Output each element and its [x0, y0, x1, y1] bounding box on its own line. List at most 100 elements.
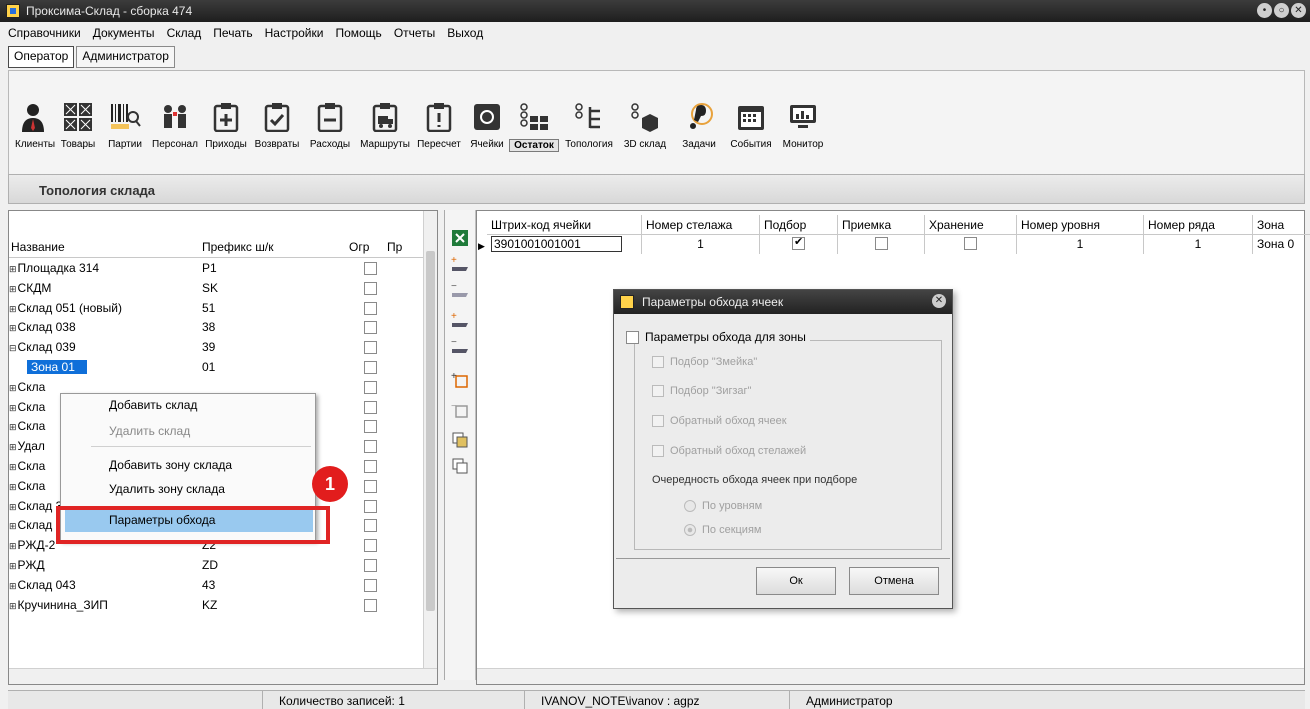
restrict-checkbox[interactable]: [364, 301, 377, 315]
tree-row[interactable]: ⊞СКДМ SK: [9, 279, 425, 298]
add-row-icon[interactable]: +: [450, 254, 470, 274]
checkbox-box[interactable]: [652, 385, 664, 398]
grid-horizontal-scrollbar[interactable]: [477, 668, 1304, 684]
toolbar-cells-button[interactable]: Ячейки: [469, 101, 505, 157]
restrict-checkbox[interactable]: [364, 341, 377, 355]
toolbar-receipts-button[interactable]: Приходы: [202, 101, 250, 157]
tree-row[interactable]: Зона 01 01: [9, 358, 425, 377]
tree-horizontal-scrollbar[interactable]: [9, 668, 437, 684]
option-reverse-racks[interactable]: Обратный обход стелажей: [652, 445, 806, 458]
toolbar-events-button[interactable]: События: [727, 101, 775, 157]
paste-icon[interactable]: [450, 456, 470, 476]
tree-row[interactable]: ⊞Кручинина_ЗИП KZ: [9, 596, 425, 615]
restrict-checkbox[interactable]: [364, 460, 377, 473]
tree-row[interactable]: ⊞Склад 051 (новый) 51: [9, 299, 425, 318]
checkbox-box[interactable]: [626, 331, 639, 345]
restrict-checkbox[interactable]: [364, 361, 377, 374]
tree-row[interactable]: ⊞Площадка 314 P1: [9, 259, 425, 278]
column-header-name[interactable]: Название: [11, 240, 65, 254]
grid-cell[interactable]: 3901001001001: [487, 235, 641, 254]
remove-row-icon[interactable]: −: [450, 280, 470, 300]
menu-item-print[interactable]: Печать: [213, 26, 252, 40]
tree-row[interactable]: ⊟Склад 039 39: [9, 338, 425, 357]
option-zigzag[interactable]: Подбор "Зигзаг": [652, 385, 751, 398]
expand-icon[interactable]: ⊞: [9, 482, 17, 492]
toolbar-clients-button[interactable]: Клиенты: [15, 101, 55, 157]
menu-item-help[interactable]: Помощь: [335, 26, 381, 40]
restrict-checkbox[interactable]: [364, 440, 377, 454]
column-header[interactable]: Штрих-код ячейки: [487, 215, 641, 235]
close-icon[interactable]: ✕: [932, 294, 946, 308]
tree-row[interactable]: ⊞Склад 038 38: [9, 318, 425, 337]
tree-vertical-scrollbar[interactable]: [423, 211, 437, 671]
expand-icon[interactable]: ⊞: [9, 422, 17, 432]
column-header[interactable]: Приемка: [838, 215, 924, 235]
minimize-icon[interactable]: •: [1257, 3, 1272, 18]
column-header-prefix[interactable]: Префикс ш/к: [202, 240, 273, 254]
expand-icon[interactable]: ⊞: [9, 304, 17, 314]
expand-icon[interactable]: ⊞: [9, 541, 17, 551]
menu-add-zone[interactable]: Добавить зону склада: [109, 458, 232, 472]
maximize-icon[interactable]: ○: [1274, 3, 1289, 18]
radio-circle[interactable]: [684, 524, 696, 537]
add-level-icon[interactable]: +: [450, 310, 470, 330]
column-header[interactable]: Номер уровня: [1017, 215, 1143, 235]
grid-cell[interactable]: [760, 235, 837, 254]
expand-icon[interactable]: ⊞: [9, 284, 17, 294]
restrict-checkbox[interactable]: [364, 559, 377, 572]
toolbar-goods-button[interactable]: Товары: [58, 101, 98, 157]
column-header[interactable]: Номер ряда: [1144, 215, 1252, 235]
restrict-checkbox[interactable]: [364, 578, 377, 592]
menu-item-directories[interactable]: Справочники: [8, 26, 81, 40]
expand-icon[interactable]: ⊞: [9, 442, 17, 452]
expand-icon[interactable]: ⊞: [9, 403, 17, 413]
grid-checkbox[interactable]: [874, 237, 888, 250]
menu-item-reports[interactable]: Отчеты: [394, 26, 435, 40]
column-header-restrict[interactable]: Огр: [349, 240, 369, 254]
restrict-checkbox[interactable]: [364, 420, 377, 434]
restrict-checkbox[interactable]: [364, 598, 377, 612]
restrict-checkbox[interactable]: [364, 400, 377, 414]
column-header[interactable]: Зона: [1253, 215, 1310, 235]
option-snake[interactable]: Подбор "Змейка": [652, 356, 757, 369]
grid-checkbox[interactable]: [792, 235, 805, 250]
expand-icon[interactable]: ⊞: [9, 601, 17, 611]
grid-cell[interactable]: 1: [642, 235, 759, 254]
option-reverse-cells[interactable]: Обратный обход ячеек: [652, 415, 787, 428]
expand-icon[interactable]: ⊞: [9, 502, 17, 512]
toolbar-staff-button[interactable]: Персонал: [152, 101, 198, 157]
tab-administrator[interactable]: Администратор: [76, 46, 175, 68]
expand-icon[interactable]: ⊞: [9, 383, 17, 393]
grid-cell[interactable]: Зона 0: [1253, 235, 1310, 254]
column-header-extra[interactable]: Пр: [387, 240, 402, 254]
excel-export-icon[interactable]: [450, 228, 470, 248]
restrict-checkbox[interactable]: [364, 262, 377, 275]
menu-item-warehouse[interactable]: Склад: [167, 26, 202, 40]
checkbox-box[interactable]: [652, 415, 664, 428]
toolbar-stock-button[interactable]: Остаток: [509, 101, 559, 157]
menu-item-exit[interactable]: Выход: [447, 26, 483, 40]
radio-circle[interactable]: [684, 500, 696, 513]
grid-cell[interactable]: [925, 235, 1016, 254]
column-header[interactable]: Хранение: [925, 215, 1016, 235]
radio-by-levels[interactable]: По уровням: [684, 500, 762, 513]
toolbar-expenses-button[interactable]: Расходы: [305, 101, 355, 157]
expand-icon[interactable]: ⊞: [9, 323, 17, 333]
grid-checkbox[interactable]: [964, 237, 977, 250]
restrict-checkbox[interactable]: [364, 281, 377, 295]
menu-add-warehouse[interactable]: Добавить склад: [109, 398, 197, 412]
add-cell-icon[interactable]: +: [450, 370, 470, 390]
toolbar-3d-warehouse-button[interactable]: 3D склад: [619, 101, 671, 157]
radio-by-sections[interactable]: По секциям: [684, 524, 761, 537]
expand-icon[interactable]: ⊞: [9, 561, 17, 571]
toolbar-monitor-button[interactable]: Монитор: [779, 101, 827, 157]
remove-cell-icon[interactable]: −: [450, 400, 470, 420]
menu-delete-zone[interactable]: Удалить зону склада: [109, 482, 225, 496]
collapse-icon[interactable]: ⊟: [9, 343, 17, 353]
remove-level-icon[interactable]: −: [450, 336, 470, 356]
tree-row[interactable]: ⊞РЖД ZD: [9, 556, 425, 575]
column-header[interactable]: Подбор: [760, 215, 837, 235]
checkbox-box[interactable]: [652, 356, 664, 369]
expand-icon[interactable]: ⊞: [9, 462, 17, 472]
tab-operator[interactable]: Оператор: [8, 46, 75, 68]
